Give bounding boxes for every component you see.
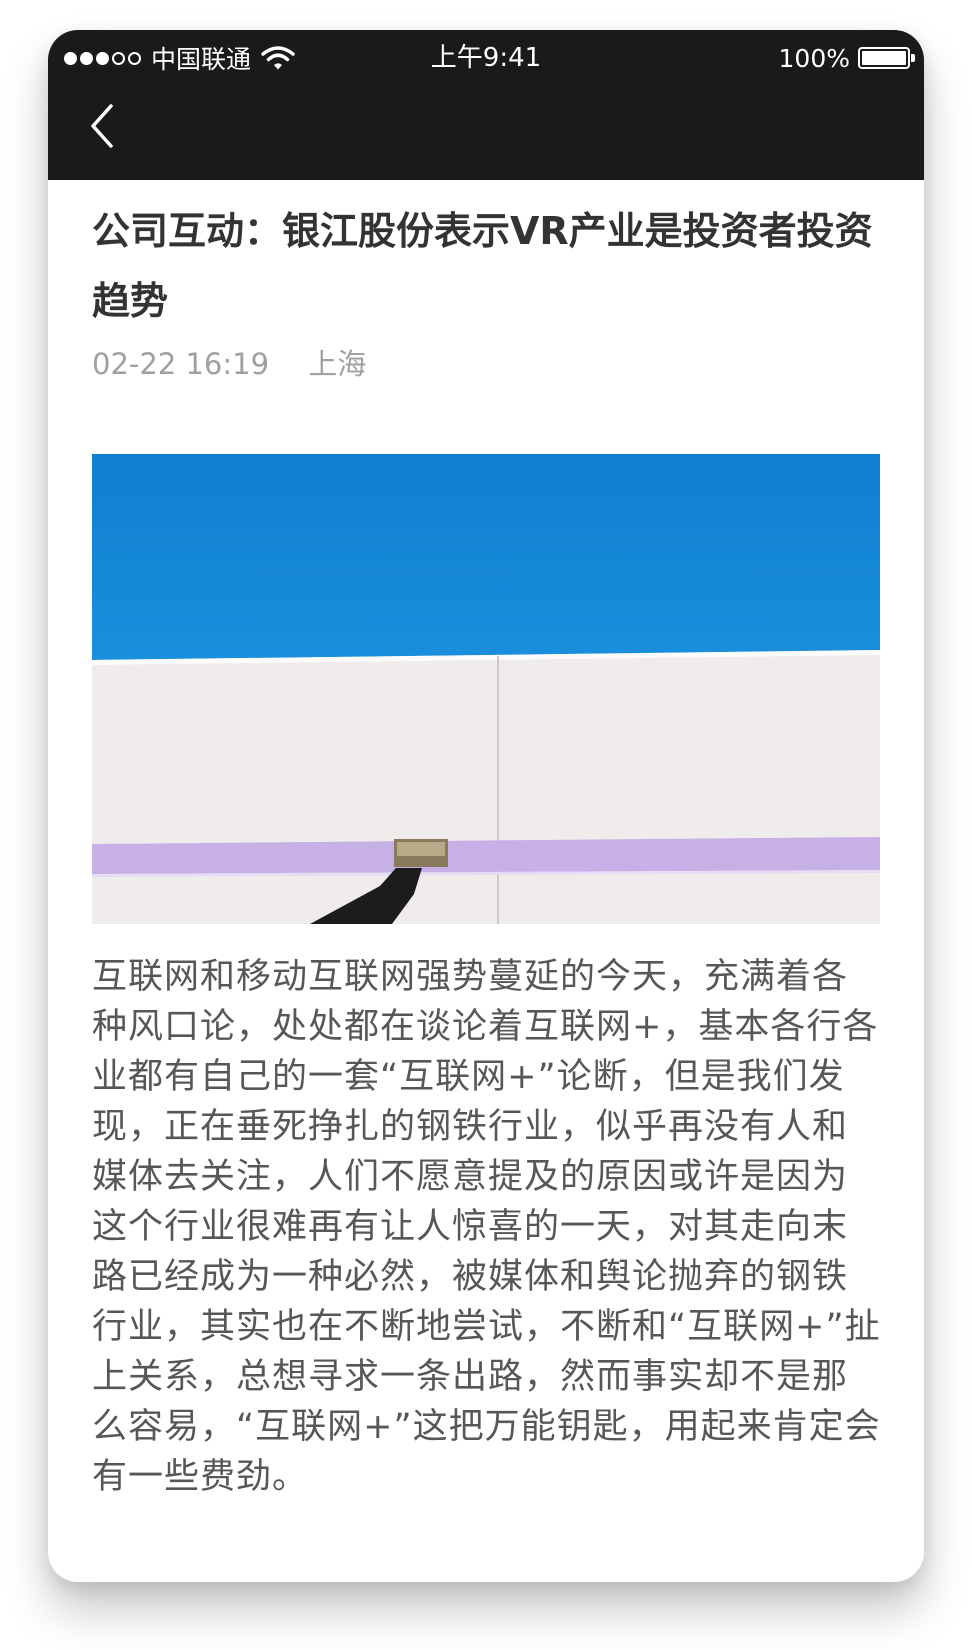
wall-photo-illustration	[92, 454, 880, 924]
carrier-name: 中国联通	[151, 45, 252, 74]
status-bar-right: 100%	[778, 38, 915, 78]
article-meta: 02-22 16:19 上海	[92, 344, 366, 384]
top-bar: 中国联通 上午9:41 100%	[48, 30, 924, 180]
article-date: 02-22 16:19	[92, 347, 270, 381]
signal-dot-empty	[112, 51, 125, 65]
phone-frame: 中国联通 上午9:41 100% 公司互动：银江股份表示VR产业是投资者投资趋势…	[48, 30, 924, 1582]
article-title: 公司互动：银江股份表示VR产业是投资者投资趋势	[92, 209, 873, 323]
battery-percent: 100%	[778, 43, 850, 73]
status-bar-left: 中国联通	[64, 38, 295, 78]
signal-dot	[96, 51, 109, 65]
article-body: 互联网和移动互联网强势蔓延的今天，充满着各种风口论，处处都在谈论着互联网+，基本…	[92, 957, 881, 1497]
chevron-left-icon	[91, 104, 113, 148]
battery-tip	[911, 54, 915, 62]
wifi-icon	[261, 44, 295, 72]
battery-fill	[862, 51, 906, 65]
battery-icon	[858, 47, 915, 69]
article-image[interactable]	[92, 454, 880, 924]
article-location: 上海	[308, 347, 367, 381]
wall	[92, 650, 880, 924]
signal-dot-empty	[128, 51, 141, 65]
signal-dot	[64, 51, 77, 65]
signal-strength-icon	[64, 51, 141, 65]
sky	[92, 454, 880, 660]
signal-dot	[80, 51, 93, 65]
wall-lamp-light	[397, 842, 445, 856]
back-button[interactable]	[78, 98, 126, 154]
